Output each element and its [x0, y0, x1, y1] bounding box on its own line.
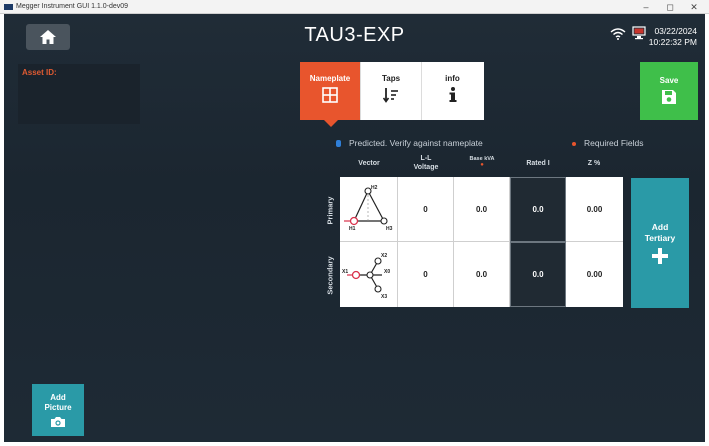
primary-vector-cell[interactable]: H2 H1 H3: [340, 177, 398, 242]
primary-z-percent-cell[interactable]: 0.00: [566, 177, 623, 242]
add-picture-line1: Add: [50, 392, 66, 402]
page-title: TAU3-EXP: [304, 24, 405, 46]
add-picture-line2: Picture: [44, 402, 72, 412]
col-header-rated-i: Rated I: [526, 160, 550, 167]
maximize-button[interactable]: ◻: [660, 0, 680, 14]
add-picture-button[interactable]: Add Picture: [32, 384, 84, 436]
close-button[interactable]: ✕: [684, 0, 704, 14]
primary-ll-voltage-cell[interactable]: 0: [398, 177, 454, 242]
col-header-ll-voltage: L-L Voltage: [398, 154, 454, 172]
secondary-ll-voltage-cell[interactable]: 0: [398, 242, 454, 307]
minimize-button[interactable]: –: [636, 0, 656, 14]
legend-predicted-text: Predicted. Verify against nameplate: [349, 138, 483, 148]
datetime-display: 03/22/2024 10:22:32 PM: [649, 26, 697, 48]
camera-icon: [51, 416, 65, 427]
secondary-vector-cell[interactable]: X2 X1 X0 X3: [340, 242, 398, 307]
vector-label-x3: X3: [381, 294, 387, 300]
time-text: 10:22:32 PM: [648, 37, 697, 47]
tab-bar: Nameplate Taps info: [300, 62, 484, 127]
tab-label: Nameplate: [309, 74, 351, 83]
legend-required: Required Fields: [572, 138, 644, 148]
plus-icon: [652, 248, 668, 264]
app-icon: [4, 4, 13, 10]
legend-required-text: Required Fields: [584, 138, 644, 148]
required-dot-icon: [572, 141, 576, 146]
date-text: 03/22/2024: [654, 26, 697, 36]
tab-info[interactable]: info: [422, 62, 483, 120]
vector-label-h3: H3: [386, 226, 393, 232]
asset-id-label: Asset ID:: [22, 68, 57, 77]
row-label-primary: Primary: [320, 178, 340, 242]
col-header-base-kva: Base kVA ●: [454, 156, 510, 168]
vector-label-h1: H1: [349, 226, 356, 232]
app-screen: TAU3-EXP 03/22/2024 10:22:32 PM Asset ID…: [4, 14, 705, 442]
sort-icon: [383, 88, 398, 103]
vector-label-x1: X1: [342, 269, 348, 275]
primary-base-kva-cell[interactable]: 0.0: [454, 177, 510, 242]
col-header-ll-voltage-line2: Voltage: [413, 164, 439, 171]
tab-label: Taps: [381, 74, 401, 83]
save-button[interactable]: Save: [640, 62, 698, 120]
grid-icon: [322, 87, 338, 103]
row-label-primary-text: Primary: [325, 196, 335, 224]
add-tertiary-button[interactable]: Add Tertiary: [631, 178, 689, 308]
tab-nameplate[interactable]: Nameplate: [300, 62, 361, 127]
row-label-secondary-text: Secondary: [325, 255, 335, 295]
required-marker-icon: ●: [480, 162, 484, 168]
floppy-icon: [662, 90, 676, 104]
vector-label-x0: X0: [384, 269, 390, 275]
window-titlebar: Megger Instrument GUI 1.1.0-dev09 – ◻ ✕: [0, 0, 709, 14]
vector-label-x2: X2: [381, 253, 387, 259]
window-title: Megger Instrument GUI 1.1.0-dev09: [16, 3, 129, 10]
tab-taps[interactable]: Taps: [361, 62, 422, 120]
info-icon: [449, 87, 456, 102]
computer-icon: [632, 26, 646, 40]
secondary-base-kva-cell[interactable]: 0.0: [454, 242, 510, 307]
col-header-ll-voltage-line1: L-L: [420, 155, 432, 162]
col-header-vector: Vector: [358, 160, 380, 167]
secondary-rated-i-cell: 0.0: [510, 242, 566, 307]
add-tertiary-line2: Tertiary: [644, 233, 676, 243]
nameplate-table: H2 H1 H3 0 0.0 0.0 0.00 X2 X1 X0 X3 0 0.…: [340, 177, 623, 307]
wifi-icon: [610, 28, 626, 40]
secondary-z-percent-cell[interactable]: 0.00: [566, 242, 623, 307]
delta-vector-icon: H2 H1 H3: [343, 185, 393, 232]
add-tertiary-line1: Add: [651, 222, 669, 232]
save-label: Save: [659, 76, 679, 85]
asset-id-panel[interactable]: Asset ID:: [18, 64, 140, 124]
wye-vector-icon: X2 X1 X0 X3: [342, 253, 390, 300]
legend-predicted: Predicted. Verify against nameplate: [336, 138, 483, 148]
predicted-dot-icon: [336, 140, 341, 148]
primary-rated-i-cell: 0.0: [510, 177, 566, 242]
row-label-secondary: Secondary: [320, 243, 340, 307]
vector-label-h2: H2: [371, 185, 378, 191]
col-header-z-percent: Z %: [587, 160, 601, 167]
tab-label: info: [445, 74, 460, 83]
